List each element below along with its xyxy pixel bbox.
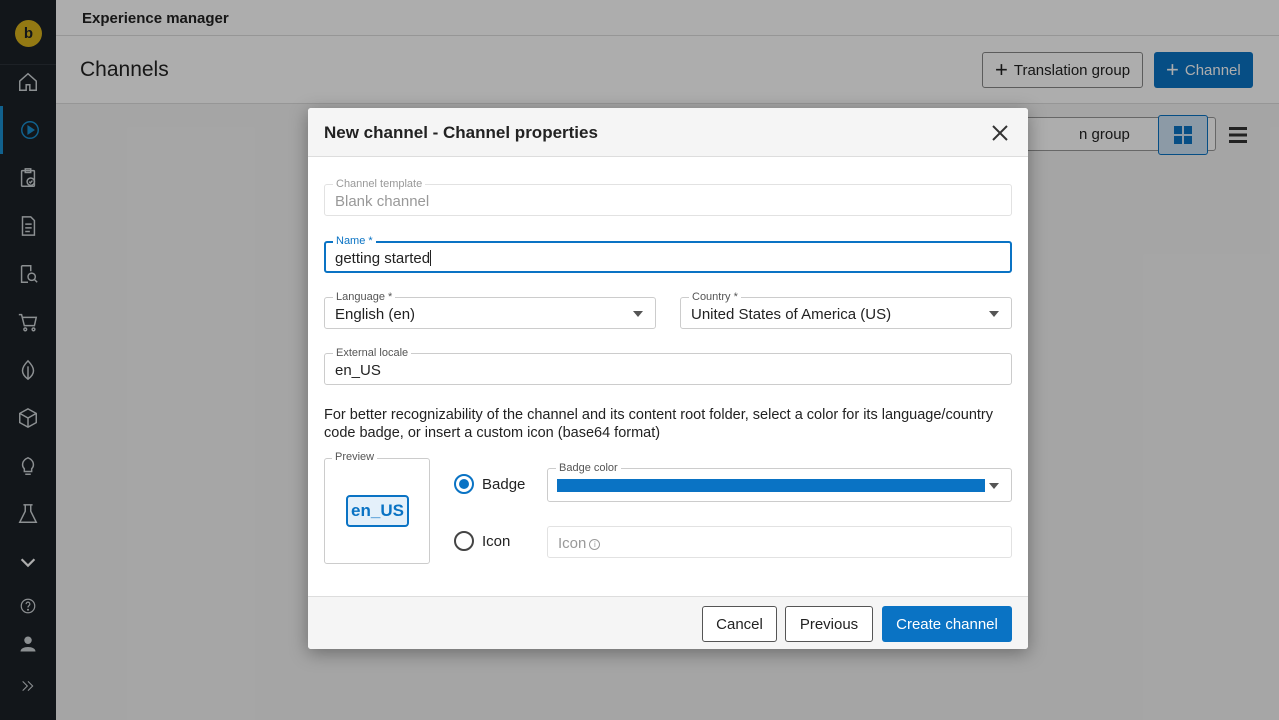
channel-template-field: Channel template Blank channel: [324, 177, 1012, 216]
badge-radio[interactable]: [454, 474, 474, 494]
country-label: Country *: [689, 290, 741, 304]
caret-down-icon: [633, 311, 643, 317]
dialog-title: New channel - Channel properties: [324, 123, 598, 142]
name-input[interactable]: getting started: [335, 250, 432, 267]
create-channel-button[interactable]: Create channel: [882, 606, 1012, 642]
language-label: Language *: [333, 290, 396, 304]
name-value: getting started: [335, 250, 431, 267]
name-label: Name *: [333, 234, 376, 248]
previous-button[interactable]: Previous: [785, 606, 873, 642]
badge-color-label: Badge color: [556, 461, 621, 475]
name-field[interactable]: Name * getting started: [324, 234, 1012, 273]
new-channel-dialog: New channel - Channel properties Channel…: [308, 108, 1028, 649]
icon-placeholder: Icon i: [558, 535, 601, 552]
preview-label: Preview: [332, 451, 378, 463]
country-select[interactable]: Country * United States of America (US): [680, 290, 1012, 329]
text-cursor: [430, 250, 432, 266]
info-icon[interactable]: i: [589, 539, 601, 550]
icon-radio[interactable]: [454, 531, 474, 551]
external-locale-label: External locale: [333, 346, 412, 360]
icon-field: Icon i: [547, 526, 1012, 558]
caret-down-icon: [989, 311, 999, 317]
preview-box: Preview en_US: [324, 451, 430, 564]
dialog-footer: Cancel Previous Create channel: [308, 596, 1028, 649]
cancel-button[interactable]: Cancel: [702, 606, 777, 642]
icon-radio-label[interactable]: Icon: [482, 533, 510, 550]
external-locale-value[interactable]: en_US: [335, 362, 381, 379]
close-icon: [992, 125, 1008, 141]
language-select[interactable]: Language * English (en): [324, 290, 656, 329]
dialog-header: New channel - Channel properties: [308, 108, 1028, 157]
preview-badge: en_US: [346, 495, 409, 527]
caret-down-icon: [989, 483, 999, 489]
language-value: English (en): [335, 306, 416, 323]
external-locale-field[interactable]: External locale en_US: [324, 346, 1012, 385]
country-value: United States of America (US): [691, 306, 892, 323]
badge-hint-text: For better recognizability of the channe…: [324, 407, 993, 441]
badge-color-select[interactable]: Badge color: [547, 461, 1012, 502]
close-button[interactable]: [990, 123, 1010, 143]
badge-color-swatch: [557, 479, 985, 492]
channel-template-value: Blank channel: [335, 193, 430, 210]
badge-radio-label[interactable]: Badge: [482, 476, 525, 493]
icon-placeholder-text: Icon: [558, 535, 587, 552]
channel-template-label: Channel template: [333, 177, 426, 191]
